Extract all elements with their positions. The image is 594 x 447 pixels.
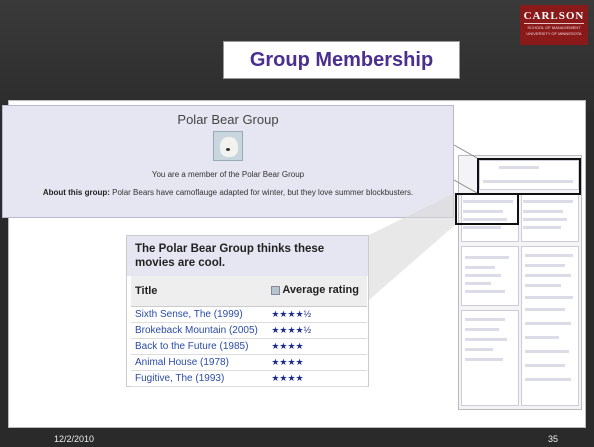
col-title[interactable]: Title (131, 276, 268, 307)
logo-sub2: UNIVERSITY OF MINNESOTA (526, 31, 582, 36)
slide-title: Group Membership (223, 41, 460, 79)
group-panel: Polar Bear Group You are a member of the… (2, 105, 454, 218)
carlson-logo: CARLSON SCHOOL OF MANAGEMENT UNIVERSITY … (520, 5, 588, 45)
about-text: Polar Bears have camoflauge adapted for … (112, 188, 414, 197)
rating-stars: ★★★★½ (267, 322, 367, 339)
group-icon (271, 285, 281, 295)
thumbnail-highlight-movies (455, 193, 519, 225)
group-title: Polar Bear Group (177, 112, 279, 127)
table-row: Brokeback Mountain (2005) ★★★★½ (131, 322, 367, 339)
footer-date: 12/2/2010 (54, 434, 95, 444)
polar-bear-icon (213, 131, 243, 161)
movie-link[interactable]: Animal House (1978) (131, 354, 268, 371)
table-row: Sixth Sense, The (1999) ★★★★½ (131, 306, 367, 323)
movies-heading: The Polar Bear Group thinks these movies… (127, 236, 368, 276)
logo-text: CARLSON (523, 10, 585, 22)
thumbnail-highlight-group (477, 158, 581, 195)
table-row: Animal House (1978) ★★★★ (131, 354, 367, 371)
movie-link[interactable]: Fugitive, The (1993) (131, 370, 268, 387)
about-label: About this group: (42, 188, 110, 197)
movies-table: Title Average rating Sixth Sense, The (1… (131, 276, 367, 387)
movie-link[interactable]: Sixth Sense, The (1999) (131, 306, 268, 323)
movie-link[interactable]: Brokeback Mountain (2005) (131, 322, 268, 339)
table-row: Fugitive, The (1993) ★★★★ (131, 370, 367, 387)
rating-stars: ★★★★ (267, 370, 367, 387)
rating-stars: ★★★★ (267, 354, 367, 371)
rating-stars: ★★★★ (267, 338, 367, 355)
table-row: Back to the Future (1985) ★★★★ (131, 338, 367, 355)
rating-stars: ★★★★½ (267, 306, 367, 323)
group-about: About this group: Polar Bears have camof… (3, 187, 453, 198)
logo-rule (524, 23, 584, 24)
membership-text: You are a member of the Polar Bear Group (151, 170, 305, 179)
page-number: 35 (548, 434, 559, 444)
movie-link[interactable]: Back to the Future (1985) (131, 338, 268, 355)
col-rating[interactable]: Average rating (267, 276, 367, 307)
col-rating-label: Average rating (282, 284, 359, 297)
group-movies-panel: The Polar Bear Group thinks these movies… (126, 235, 369, 387)
